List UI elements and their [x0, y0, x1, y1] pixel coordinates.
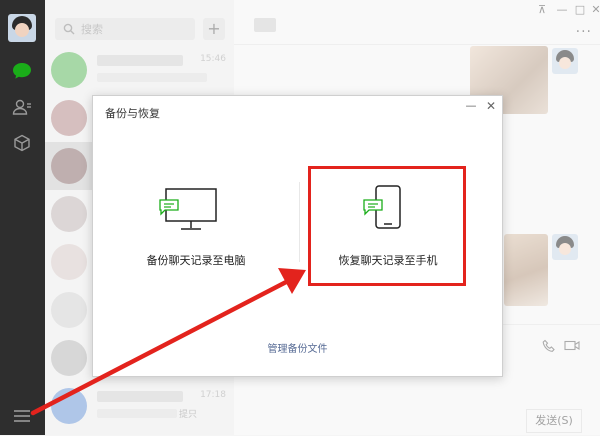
- manage-backup-link[interactable]: 管理备份文件: [93, 340, 502, 355]
- menu-icon[interactable]: [13, 408, 31, 424]
- avatar[interactable]: [8, 14, 36, 42]
- backup-to-pc-option[interactable]: 备份聊天记录至电脑: [106, 156, 286, 296]
- backup-restore-dialog: 备份与恢复 — ✕ 备份聊天记录至电脑 恢复聊天记录至手机 管理备份文件: [92, 95, 503, 377]
- collection-icon[interactable]: [11, 132, 33, 154]
- highlight-box: [308, 166, 466, 286]
- dialog-title: 备份与恢复: [105, 107, 160, 120]
- contacts-icon[interactable]: [11, 96, 33, 118]
- chat-icon[interactable]: [11, 60, 33, 82]
- minimize-icon[interactable]: —: [464, 99, 478, 113]
- backup-to-pc-label: 备份聊天记录至电脑: [146, 254, 246, 267]
- computer-icon: [159, 188, 217, 230]
- close-icon[interactable]: ✕: [484, 99, 498, 113]
- sidebar: [0, 0, 45, 435]
